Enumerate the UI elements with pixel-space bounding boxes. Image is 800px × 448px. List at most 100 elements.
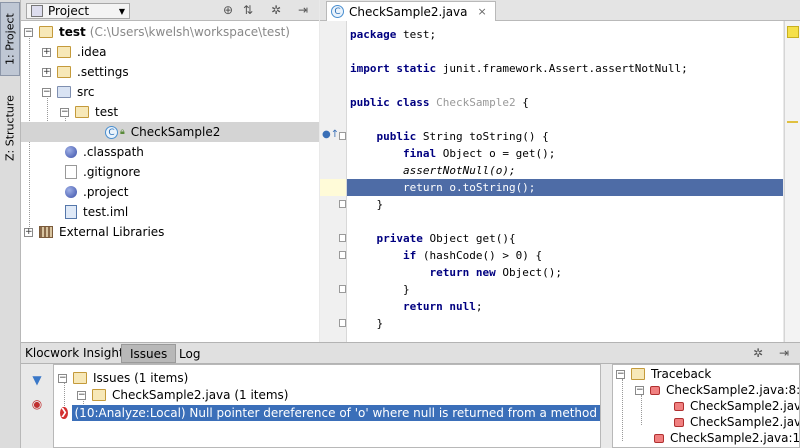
fold-marker-icon[interactable] xyxy=(339,234,346,242)
traceback-root[interactable]: − Traceback xyxy=(616,366,711,382)
locate-issue-icon[interactable]: ◉ xyxy=(30,397,44,411)
issues-root[interactable]: − Issues (1 items) xyxy=(58,370,188,386)
klocwork-panel-header: Klocwork Insight: Issues Log ✲ ⇥ xyxy=(21,342,800,364)
tree-item-test-iml[interactable]: test.iml xyxy=(65,202,128,222)
collapse-icon[interactable]: − xyxy=(42,87,51,97)
issue-item[interactable]: ❯ (10:Analyze:Local) Null pointer derefe… xyxy=(54,405,600,421)
tree-item-package-test[interactable]: − test xyxy=(60,102,118,122)
fold-marker-icon[interactable] xyxy=(339,132,346,140)
tab-issues[interactable]: Issues xyxy=(121,344,177,363)
tree-item-label: CheckSample2 xyxy=(130,125,221,139)
collapse-icon[interactable]: − xyxy=(77,390,86,400)
project-tool-tab[interactable]: 1: Project xyxy=(0,2,20,76)
structure-tool-tab[interactable]: Z: Structure xyxy=(0,86,20,170)
tree-item-external-libraries[interactable]: + External Libraries xyxy=(24,222,164,242)
expand-icon[interactable]: + xyxy=(42,67,51,77)
folder-icon xyxy=(57,66,71,78)
tree-item-project-file[interactable]: .project xyxy=(65,182,128,202)
locate-icon[interactable]: ⊕ xyxy=(221,3,235,17)
issues-file-label: CheckSample2.java (1 items) xyxy=(112,388,289,402)
tree-item-classpath[interactable]: .classpath xyxy=(65,142,144,162)
project-view-label: Project xyxy=(48,4,90,18)
traceback-item[interactable]: CheckSample2.java:10: xyxy=(654,430,800,446)
traceback-tree: − Traceback − CheckSample2.java:8: [s Ch… xyxy=(612,364,800,448)
collapse-icon[interactable]: − xyxy=(60,107,69,117)
folder-icon xyxy=(73,372,87,384)
file-icon xyxy=(65,186,77,198)
collapse-icon[interactable]: − xyxy=(616,369,625,379)
error-stripe[interactable] xyxy=(784,21,800,342)
collapse-icon[interactable]: − xyxy=(635,385,644,395)
java-class-icon: C xyxy=(331,5,344,18)
code-line: return new Object(); xyxy=(429,266,562,279)
java-class-icon: C xyxy=(105,125,118,139)
folder-icon xyxy=(92,389,106,401)
editor-tab-bar: C CheckSample2.java × xyxy=(320,0,800,21)
tree-item-project-root[interactable]: − test (C:\Users\kwelsh\workspace\test) xyxy=(24,22,290,42)
gear-icon[interactable]: ✲ xyxy=(269,3,283,17)
folder-icon xyxy=(57,46,71,58)
gear-icon[interactable]: ✲ xyxy=(751,346,765,360)
close-icon[interactable]: × xyxy=(478,5,487,18)
issues-tree: − Issues (1 items) − CheckSample2.java (… xyxy=(53,364,601,448)
tree-item-label: src xyxy=(77,85,95,99)
expand-icon[interactable]: + xyxy=(24,227,33,237)
file-icon xyxy=(65,146,77,158)
fold-marker-icon[interactable] xyxy=(339,251,346,259)
tree-item-label: .gitignore xyxy=(83,165,141,179)
project-view-selector[interactable]: Project ▼ xyxy=(26,3,130,19)
left-tool-strip: 1: Project Z: Structure xyxy=(0,0,21,448)
traceback-root-label: Traceback xyxy=(651,367,712,381)
warning-marker[interactable] xyxy=(787,121,798,123)
project-panel-header: Project ▼ ⊕ ⇅ ✲ ⇥ xyxy=(21,0,319,21)
editor-tab-label: CheckSample2.java xyxy=(349,4,468,19)
trace-step-icon xyxy=(674,417,684,427)
tree-item-checksample2[interactable]: C 🔒︎ CheckSample2 xyxy=(21,122,319,142)
traceback-item-label: CheckSample2.java:10: xyxy=(670,431,800,445)
traceback-item[interactable]: − CheckSample2.java:8: [s xyxy=(635,382,800,398)
collapse-all-icon[interactable]: ⇅ xyxy=(241,3,255,17)
tree-item-idea[interactable]: + .idea xyxy=(42,42,107,62)
iml-file-icon xyxy=(65,205,77,219)
hide-panel-icon[interactable]: ⇥ xyxy=(296,3,310,17)
collapse-icon[interactable]: − xyxy=(24,27,33,37)
issues-file-node[interactable]: − CheckSample2.java (1 items) xyxy=(77,387,289,403)
klocwork-toolbar: ▼ ◉ xyxy=(21,364,53,448)
panel-title: Klocwork Insight: xyxy=(25,346,128,360)
expand-icon[interactable]: + xyxy=(42,47,51,57)
tree-item-gitignore[interactable]: .gitignore xyxy=(65,162,140,182)
code-line: return o.toString(); xyxy=(350,181,536,194)
fold-marker-icon[interactable] xyxy=(339,319,346,327)
inspection-status-icon[interactable] xyxy=(787,26,799,38)
code-line: public class CheckSample2 { xyxy=(350,96,529,109)
module-folder-icon xyxy=(39,26,53,38)
fold-marker-icon[interactable] xyxy=(339,285,346,293)
tab-log[interactable]: Log xyxy=(171,344,208,363)
tree-item-label: .project xyxy=(83,185,129,199)
hide-panel-icon[interactable]: ⇥ xyxy=(777,346,791,360)
tree-item-label: test xyxy=(95,105,119,119)
override-marker-icon[interactable]: ●↑ xyxy=(322,129,339,140)
editor-gutter[interactable]: ●↑ xyxy=(320,21,347,342)
collapse-icon[interactable]: − xyxy=(58,373,67,383)
traceback-item-label: CheckSample2.java:8: [s xyxy=(666,383,800,397)
editor-tab-checksample2[interactable]: C CheckSample2.java × xyxy=(326,1,496,21)
tab-issues-label: Issues xyxy=(130,346,168,361)
traceback-item[interactable]: CheckSample2.java xyxy=(674,414,799,430)
current-line-gutter-marker xyxy=(320,179,346,196)
tree-item-label: External Libraries xyxy=(59,225,165,239)
lock-icon: 🔒︎ xyxy=(120,127,125,137)
code-line: assertNotNull(o); xyxy=(350,164,516,177)
error-icon: ❯ xyxy=(59,407,68,419)
code-editor[interactable]: package test; import static junit.framew… xyxy=(347,21,783,342)
issues-root-label: Issues (1 items) xyxy=(93,371,189,385)
tree-item-settings[interactable]: + .settings xyxy=(42,62,129,82)
project-view-icon xyxy=(31,5,43,17)
code-line: private Object get(){ xyxy=(376,232,516,245)
tree-item-src[interactable]: − src xyxy=(42,82,95,102)
fold-marker-icon[interactable] xyxy=(339,200,346,208)
source-folder-icon xyxy=(57,86,71,98)
tab-log-label: Log xyxy=(179,346,201,361)
traceback-item[interactable]: CheckSample2.java xyxy=(674,398,799,414)
filter-icon[interactable]: ▼ xyxy=(30,373,44,387)
